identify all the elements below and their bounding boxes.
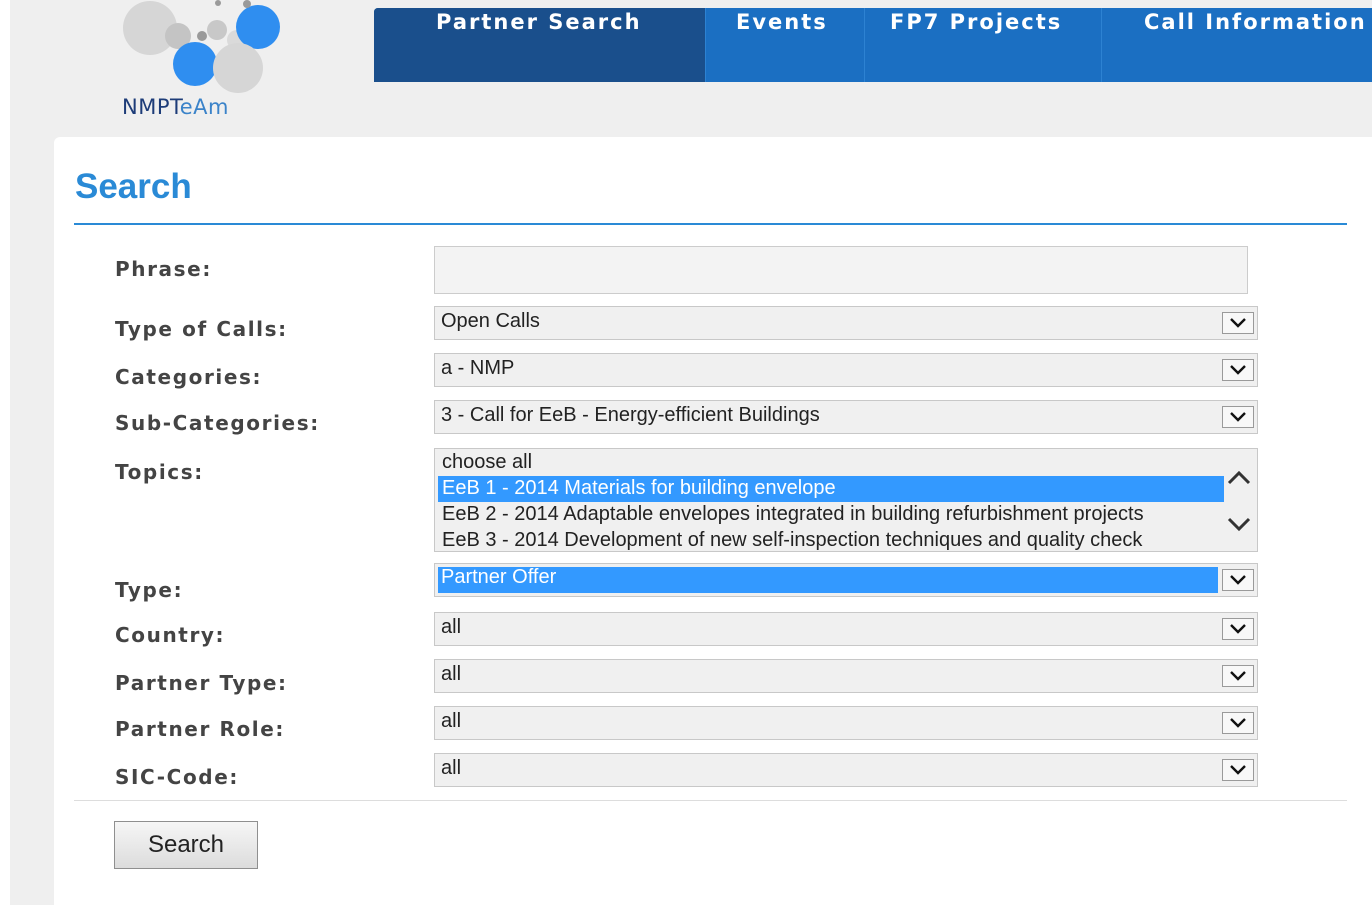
partner-type-value: all: [441, 663, 462, 685]
chevron-down-icon[interactable]: [1222, 712, 1254, 734]
nav-fp7-projects[interactable]: FP7 Projects: [865, 8, 1102, 82]
chevron-down-icon[interactable]: [1222, 359, 1254, 381]
sub-categories-select[interactable]: 3 - Call for EeB - Energy-efficient Buil…: [434, 400, 1258, 434]
nav-label: Partner Search: [436, 10, 642, 34]
title-divider: [74, 223, 1347, 225]
logo-text: NMPTeAm: [122, 95, 229, 119]
partner-type-label: Partner Type:: [115, 671, 288, 695]
country-select[interactable]: all: [434, 612, 1258, 646]
chevron-down-icon[interactable]: [1222, 406, 1254, 428]
categories-label: Categories:: [115, 365, 263, 389]
sic-code-label: SIC-Code:: [115, 765, 239, 789]
sic-code-select[interactable]: all: [434, 753, 1258, 787]
topics-listbox[interactable]: choose all EeB 1 - 2014 Materials for bu…: [434, 448, 1258, 552]
sic-code-value: all: [441, 757, 462, 779]
country-label: Country:: [115, 623, 226, 647]
logo-text-light: eAm: [179, 95, 230, 119]
type-label: Type:: [115, 578, 184, 602]
nav-partner-search[interactable]: Partner Search: [374, 8, 706, 82]
partner-type-select[interactable]: all: [434, 659, 1258, 693]
topic-option-selected[interactable]: EeB 1 - 2014 Materials for building enve…: [438, 476, 1224, 502]
page-title: Search: [75, 167, 192, 206]
country-value: all: [441, 616, 462, 638]
chevron-down-icon[interactable]: [1227, 517, 1251, 532]
nav-label: Events: [736, 10, 828, 34]
logo-text-dark: NMPT: [122, 95, 180, 119]
main-nav: Partner Search Events FP7 Projects Call …: [374, 8, 1372, 82]
phrase-label: Phrase:: [115, 257, 212, 281]
nav-call-information[interactable]: Call Information: [1102, 8, 1372, 82]
type-of-calls-label: Type of Calls:: [115, 317, 288, 341]
topic-option[interactable]: EeB 2 - 2014 Adaptable envelopes integra…: [438, 502, 1224, 528]
topic-option[interactable]: EeB 3 - 2014 Development of new self-ins…: [438, 528, 1224, 551]
chevron-down-icon[interactable]: [1222, 312, 1254, 334]
left-edge: [0, 0, 10, 905]
form-divider: [74, 800, 1347, 801]
type-of-calls-select[interactable]: Open Calls: [434, 306, 1258, 340]
nav-events[interactable]: Events: [706, 8, 865, 82]
chevron-down-icon[interactable]: [1222, 618, 1254, 640]
circles-logo-icon: [123, 0, 280, 93]
partner-role-select[interactable]: all: [434, 706, 1258, 740]
chevron-up-icon[interactable]: [1227, 470, 1251, 485]
nav-label: FP7 Projects: [890, 10, 1063, 34]
nav-label: Call Information: [1144, 10, 1367, 34]
partner-role-label: Partner Role:: [115, 717, 286, 741]
type-of-calls-value: Open Calls: [441, 310, 540, 332]
categories-select[interactable]: a - NMP: [434, 353, 1258, 387]
chevron-down-icon[interactable]: [1222, 759, 1254, 781]
topic-option[interactable]: choose all: [438, 450, 1224, 476]
partner-role-value: all: [441, 710, 462, 732]
chevron-down-icon[interactable]: [1222, 569, 1254, 591]
type-value: Partner Offer: [441, 566, 557, 588]
type-select[interactable]: Partner Offer: [434, 563, 1258, 597]
sub-categories-label: Sub-Categories:: [115, 411, 320, 435]
topics-label: Topics:: [115, 460, 204, 484]
phrase-input[interactable]: [434, 246, 1248, 294]
chevron-down-icon[interactable]: [1222, 665, 1254, 687]
topics-scrollbar[interactable]: [1225, 467, 1253, 537]
search-button[interactable]: Search: [114, 821, 258, 869]
sub-categories-value: 3 - Call for EeB - Energy-efficient Buil…: [441, 404, 820, 426]
categories-value: a - NMP: [441, 357, 515, 379]
